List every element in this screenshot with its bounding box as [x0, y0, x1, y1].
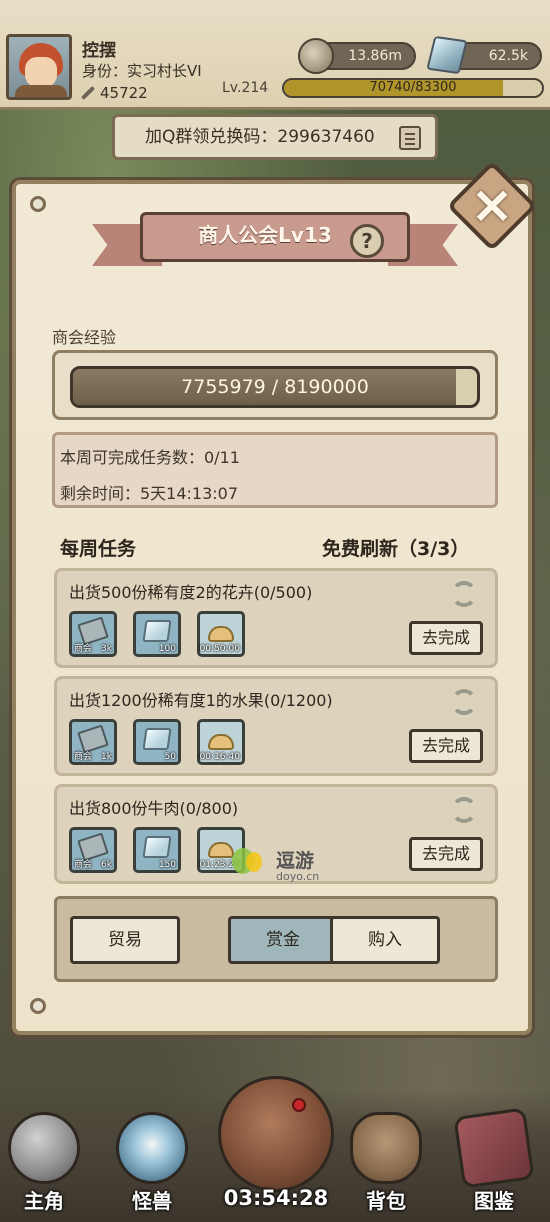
crystal-icon [142, 836, 172, 858]
crystal-icon [142, 620, 172, 642]
refresh-icon[interactable] [451, 797, 477, 823]
avatar-body [15, 85, 67, 97]
ship-timer: 03:54:28 [223, 1186, 329, 1210]
guild-exp-label: 商会经验 [52, 328, 117, 347]
watermark-name: 逗游 [276, 850, 315, 872]
reward-ticket-text: 商会 [74, 644, 93, 654]
go-complete-button[interactable]: 去完成 [409, 729, 483, 763]
go-complete-button[interactable]: 去完成 [409, 621, 483, 655]
copy-icon[interactable] [399, 126, 421, 150]
monster-eye-icon [116, 1112, 188, 1184]
nav-codex[interactable]: 图鉴 [452, 1107, 536, 1216]
tab-bounty[interactable]: 赏金 [228, 916, 338, 964]
weekly-task-count: 本周可完成任务数：0/11 [60, 448, 240, 467]
task-title: 出货800份牛肉(0/800) [69, 799, 239, 818]
redeem-code-bar[interactable]: 加Q群领兑换码：299637460 [112, 114, 438, 160]
reward-amount: 150 [158, 860, 176, 870]
reward-guild-ticket[interactable]: 商会 1k [69, 719, 117, 765]
reward-amount: 6k [101, 860, 112, 870]
bag-icon [350, 1112, 422, 1184]
reward-crystal[interactable]: 100 [133, 611, 181, 657]
help-icon[interactable]: ? [350, 224, 384, 258]
reward-sand[interactable]: 00:16:40 [197, 719, 245, 765]
player-level: Lv.214 [222, 80, 269, 96]
nav-hero-label: 主角 [24, 1189, 64, 1213]
tab-trade[interactable]: 贸易 [70, 916, 180, 964]
redeem-code-text: 加Q群领兑换码：299637460 [145, 127, 375, 147]
tab-purchase[interactable]: 购入 [330, 916, 440, 964]
ship-icon[interactable] [218, 1076, 334, 1192]
free-refresh-label[interactable]: 免费刷新（3/3） [322, 534, 469, 561]
nav-bag[interactable]: 背包 [344, 1112, 428, 1216]
refresh-icon[interactable] [451, 689, 477, 715]
go-complete-button[interactable]: 去完成 [409, 837, 483, 871]
player-power: 45722 [80, 84, 148, 102]
coin-icon [298, 38, 334, 74]
reward-amount: 1k [101, 752, 112, 762]
close-icon: × [470, 175, 514, 235]
book-icon [453, 1107, 535, 1189]
title-ribbon: 商人公会Lv13 [92, 206, 458, 278]
task-card: 出货500份稀有度2的花卉(0/500) 商会 3k 100 00:50:00 … [54, 568, 498, 668]
player-avatar[interactable] [6, 34, 72, 100]
watermark-site: doyo.cn [276, 870, 320, 883]
nav-hero[interactable]: 主角 [2, 1112, 86, 1216]
reward-amount: 00:16:40 [199, 752, 240, 762]
reward-ticket-text: 商会 [74, 752, 93, 762]
reward-guild-ticket[interactable]: 商会 3k [69, 611, 117, 657]
close-button[interactable]: × [446, 160, 538, 252]
pin-icon [30, 196, 46, 212]
remaining-time: 剩余时间：5天14:13:07 [60, 484, 239, 503]
reward-amount: 00:50:00 [199, 644, 240, 654]
guild-exp-text: 7755979 / 8190000 [181, 376, 369, 398]
reward-amount: 50 [164, 752, 176, 762]
wrench-icon [80, 85, 96, 101]
nav-codex-label: 图鉴 [474, 1189, 514, 1213]
reward-sand[interactable]: 00:50:00 [197, 611, 245, 657]
refresh-icon[interactable] [451, 581, 477, 607]
reward-crystal[interactable]: 50 [133, 719, 181, 765]
nav-bag-label: 背包 [366, 1189, 406, 1213]
weekly-tasks-heading: 每周任务 [60, 538, 137, 560]
notification-dot [292, 1098, 306, 1112]
crystal-icon [142, 728, 172, 750]
task-card: 出货1200份稀有度1的水果(0/1200) 商会 1k 50 00:16:40… [54, 676, 498, 776]
reward-guild-ticket[interactable]: 商会 6k [69, 827, 117, 873]
reward-crystal[interactable]: 150 [133, 827, 181, 873]
player-title: 身份：实习村长VI [82, 62, 202, 80]
xp-bar: 70740/83300 [282, 78, 544, 98]
avatar-face [25, 57, 57, 87]
task-title: 出货500份稀有度2的花卉(0/500) [69, 583, 313, 602]
watermark-logo [228, 846, 272, 876]
watermark-logo-yellow [246, 852, 262, 872]
sand-pile-icon [208, 626, 234, 642]
reward-ticket-text: 商会 [74, 860, 93, 870]
reward-amount: 100 [158, 644, 176, 654]
nav-monster[interactable]: 怪兽 [110, 1112, 194, 1216]
xp-text: 70740/83300 [369, 80, 457, 95]
player-name: 控摆 [82, 41, 116, 61]
reward-amount: 3k [101, 644, 112, 654]
task-title: 出货1200份稀有度1的水果(0/1200) [69, 691, 333, 710]
sand-pile-icon [208, 734, 234, 750]
helmet-icon [8, 1112, 80, 1184]
player-power-value: 45722 [100, 84, 148, 102]
nav-monster-label: 怪兽 [132, 1189, 172, 1213]
pin-icon [30, 998, 46, 1014]
